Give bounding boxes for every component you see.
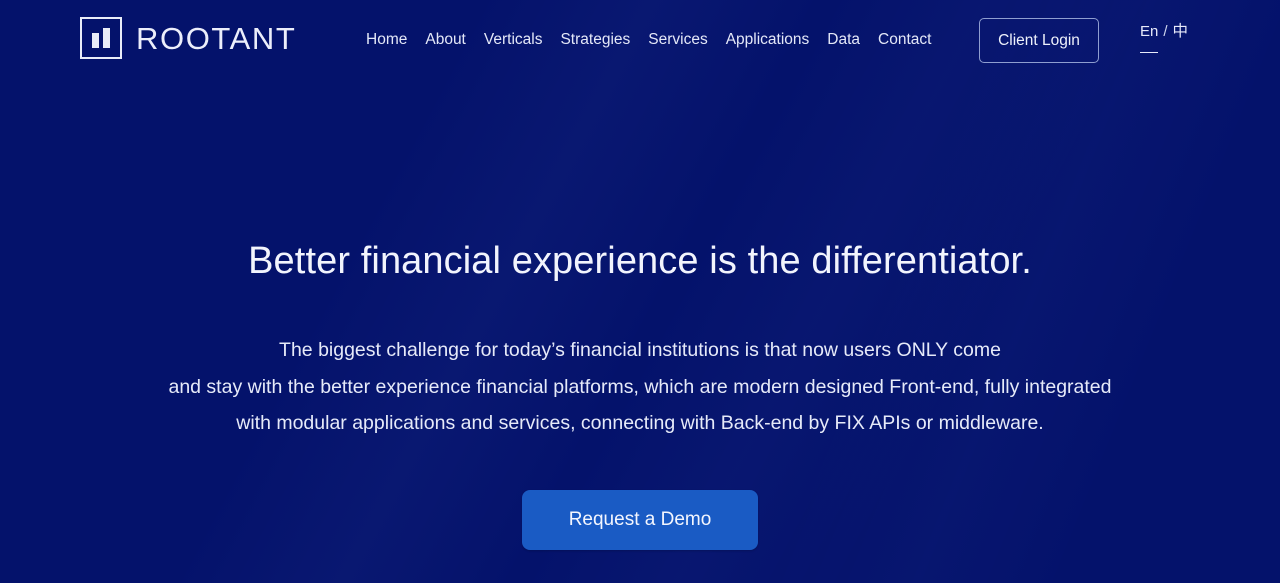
nav-item-verticals[interactable]: Verticals bbox=[475, 30, 552, 50]
nav-item-services[interactable]: Services bbox=[639, 30, 716, 50]
language-option-zh[interactable]: 中 bbox=[1173, 22, 1189, 42]
brand-logo[interactable]: ROOTANT bbox=[80, 17, 296, 59]
site-header: ROOTANT Home About Verticals Strategies … bbox=[0, 0, 1280, 82]
request-demo-button[interactable]: Request a Demo bbox=[522, 490, 758, 550]
hero-subtitle: The biggest challenge for today’s financ… bbox=[0, 332, 1280, 442]
nav-item-contact[interactable]: Contact bbox=[869, 30, 940, 50]
nav-item-home[interactable]: Home bbox=[366, 30, 416, 50]
hero-headline: Better financial experience is the diffe… bbox=[248, 240, 1032, 282]
nav-item-strategies[interactable]: Strategies bbox=[551, 30, 639, 50]
nav-item-about[interactable]: About bbox=[416, 30, 475, 50]
hero-subtitle-line-3: with modular applications and services, … bbox=[236, 412, 1044, 434]
hero-section: Better financial experience is the diffe… bbox=[0, 0, 1280, 583]
hero-subtitle-line-2: and stay with the better experience fina… bbox=[168, 375, 1112, 398]
language-separator: / bbox=[1163, 23, 1168, 40]
client-login-button[interactable]: Client Login bbox=[979, 18, 1099, 63]
language-option-en[interactable]: En bbox=[1140, 22, 1159, 53]
hero-cta-container: Request a Demo bbox=[0, 490, 1280, 550]
logo-bar-right bbox=[103, 28, 110, 48]
page-root: ROOTANT Home About Verticals Strategies … bbox=[0, 0, 1280, 583]
logo-bar-left bbox=[92, 33, 99, 48]
nav-item-data[interactable]: Data bbox=[818, 30, 869, 50]
brand-name: ROOTANT bbox=[136, 20, 297, 56]
hero-subtitle-line-1: The biggest challenge for today’s financ… bbox=[279, 339, 1001, 361]
primary-nav: Home About Verticals Strategies Services… bbox=[366, 30, 940, 50]
nav-item-applications[interactable]: Applications bbox=[717, 30, 819, 50]
rootant-bars-square-icon bbox=[80, 17, 122, 59]
language-switcher: En / 中 bbox=[1140, 22, 1189, 53]
